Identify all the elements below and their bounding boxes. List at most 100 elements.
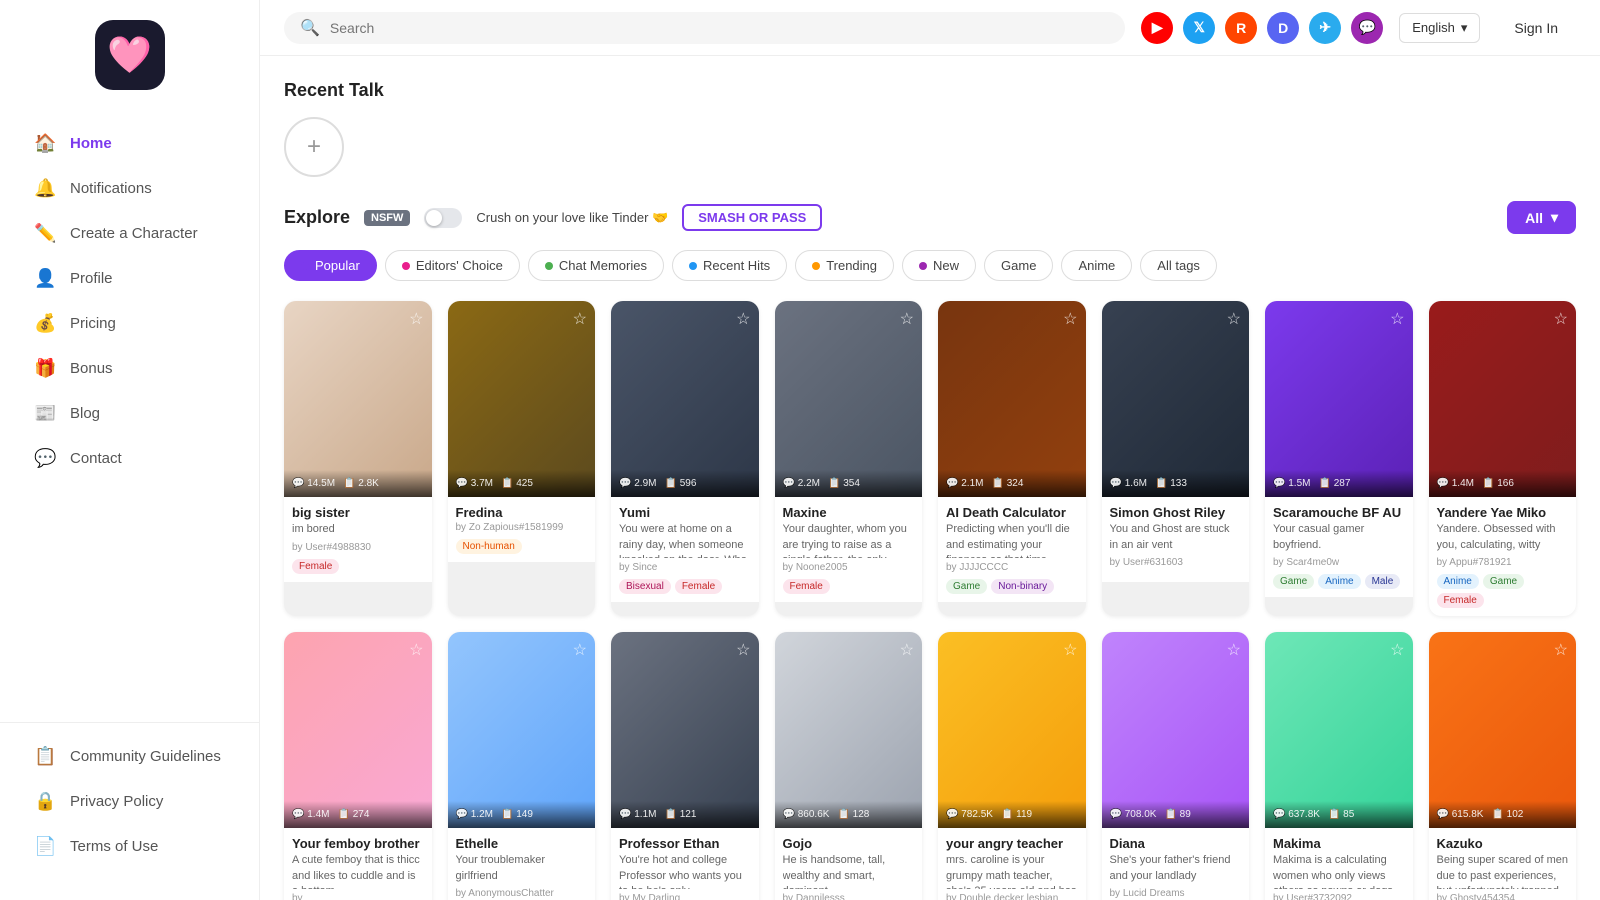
char-card-yandere-yae-miko[interactable]: 💬 1.4M 📋 166 ☆ Yandere Yae Miko Yandere.… [1429,301,1577,616]
social-icon-twitter[interactable]: 𝕏 [1183,12,1215,44]
nsfw-toggle[interactable] [424,208,462,228]
sidebar-item-pricing[interactable]: 💰 Pricing [10,302,249,345]
char-card-yumi[interactable]: 💬 2.9M 📋 596 ☆ Yumi You were at home on … [611,301,759,616]
card-desc-kazuko: Being super scared of men due to past ex… [1437,853,1569,889]
star-button-your-femboy-brother[interactable]: ☆ [409,640,423,660]
sidebar-item-blog[interactable]: 📰 Blog [10,392,249,435]
card-name-simon-ghost-riley: Simon Ghost Riley [1110,505,1242,520]
stat-views-gojo: 💬 860.6K [783,809,830,820]
char-card-your-angry-teacher[interactable]: 💬 782.5K 📋 119 ☆ your angry teacher mrs.… [938,632,1086,900]
card-author-makima: by User#3732092 [1273,893,1405,900]
star-button-ethelle[interactable]: ☆ [573,640,587,660]
all-filter-dropdown[interactable]: All ▾ [1507,201,1576,234]
card-stats-diana: 💬 708.0K 📋 89 [1110,809,1242,820]
star-button-maxine[interactable]: ☆ [900,309,914,329]
star-button-yandere-yae-miko[interactable]: ☆ [1554,309,1568,329]
filter-tab-all-tags[interactable]: All tags [1140,250,1217,281]
char-card-maxine[interactable]: 💬 2.2M 📋 354 ☆ Maxine Your daughter, who… [775,301,923,616]
card-author-gojo: by Dannilesss [783,893,915,900]
social-icon-reddit[interactable]: R [1225,12,1257,44]
add-recent-talk-button[interactable]: + [284,117,344,177]
sidebar-item-notifications[interactable]: 🔔 Notifications [10,167,249,210]
card-stats-simon-ghost-riley: 💬 1.6M 📋 133 [1110,478,1242,489]
char-card-kazuko[interactable]: 💬 615.8K 📋 102 ☆ Kazuko Being super scar… [1429,632,1577,900]
char-card-simon-ghost-riley[interactable]: 💬 1.6M 📋 133 ☆ Simon Ghost Riley You and… [1102,301,1250,616]
card-overlay-maxine: 💬 2.2M 📋 354 [775,470,923,497]
search-bar[interactable]: 🔍 [284,12,1125,44]
tag-female: Female [675,579,722,594]
explore-title: Explore [284,207,350,228]
card-image-big-sister: 💬 14.5M 📋 2.8K ☆ [284,301,432,497]
char-card-ethelle[interactable]: 💬 1.2M 📋 149 ☆ Ethelle Your troublemaker… [448,632,596,900]
stat-views-yumi: 💬 2.9M [619,478,656,489]
sign-in-button[interactable]: Sign In [1496,12,1576,44]
card-overlay-yumi: 💬 2.9M 📋 596 [611,470,759,497]
filter-tab-chat-memories[interactable]: Chat Memories [528,250,664,281]
star-button-ai-death-calculator[interactable]: ☆ [1063,309,1077,329]
card-info-makima: Makima Makima is a calculating women who… [1265,828,1413,900]
filter-tab-trending[interactable]: Trending [795,250,894,281]
char-card-diana[interactable]: 💬 708.0K 📋 89 ☆ Diana She's your father'… [1102,632,1250,900]
star-button-makima[interactable]: ☆ [1390,640,1404,660]
char-card-professor-ethan[interactable]: 💬 1.1M 📋 121 ☆ Professor Ethan You're ho… [611,632,759,900]
stat-views-ai-death-calculator: 💬 2.1M [946,478,983,489]
sidebar-item-contact[interactable]: 💬 Contact [10,437,249,480]
char-card-ai-death-calculator[interactable]: 💬 2.1M 📋 324 ☆ AI Death Calculator Predi… [938,301,1086,616]
stat-msgs-yumi: 📋 596 [664,478,696,489]
sidebar-bottom-terms[interactable]: 📄 Terms of Use [10,825,249,868]
card-author-your-femboy-brother: by Timothy_the_femboy_lover [292,893,424,900]
social-icon-chat[interactable]: 💬 [1351,12,1383,44]
sidebar-bottom-privacy[interactable]: 🔒 Privacy Policy [10,780,249,823]
sidebar-bottom-community[interactable]: 📋 Community Guidelines [10,735,249,778]
tab-label-recent-hits: Recent Hits [703,258,770,273]
tab-label-editors-choice: Editors' Choice [416,258,503,273]
social-icon-discord[interactable]: D [1267,12,1299,44]
star-button-yumi[interactable]: ☆ [736,309,750,329]
char-card-gojo[interactable]: 💬 860.6K 📋 128 ☆ Gojo He is handsome, ta… [775,632,923,900]
filter-tab-recent-hits[interactable]: Recent Hits [672,250,787,281]
sidebar-label-contact: Contact [70,450,122,467]
tag-anime: Anime [1437,574,1479,589]
star-button-simon-ghost-riley[interactable]: ☆ [1227,309,1241,329]
filter-tab-editors-choice[interactable]: Editors' Choice [385,250,520,281]
language-selector[interactable]: English ▾ [1399,13,1480,43]
char-card-makima[interactable]: 💬 637.8K 📋 85 ☆ Makima Makima is a calcu… [1265,632,1413,900]
filter-tab-popular[interactable]: Popular [284,250,377,281]
card-stats-ai-death-calculator: 💬 2.1M 📋 324 [946,478,1078,489]
sidebar-item-profile[interactable]: 👤 Profile [10,257,249,300]
card-overlay-ai-death-calculator: 💬 2.1M 📋 324 [938,470,1086,497]
star-button-fredina[interactable]: ☆ [573,309,587,329]
search-input[interactable] [330,12,1109,44]
filter-tab-game[interactable]: Game [984,250,1053,281]
tab-dot-recent-hits [689,262,697,270]
sidebar-item-bonus[interactable]: 🎁 Bonus [10,347,249,390]
card-desc-maxine: Your daughter, whom you are trying to ra… [783,522,915,558]
star-button-big-sister[interactable]: ☆ [409,309,423,329]
tag-female: Female [1437,593,1484,608]
social-icon-youtube[interactable]: ▶ [1141,12,1173,44]
char-card-your-femboy-brother[interactable]: 💬 1.4M 📋 274 ☆ Your femboy brother A cut… [284,632,432,900]
card-stats-your-angry-teacher: 💬 782.5K 📋 119 [946,809,1078,820]
star-button-diana[interactable]: ☆ [1227,640,1241,660]
smash-pass-button[interactable]: SMASH OR PASS [682,204,822,231]
filter-tab-anime[interactable]: Anime [1061,250,1132,281]
card-name-ethelle: Ethelle [456,836,588,851]
star-button-your-angry-teacher[interactable]: ☆ [1063,640,1077,660]
star-button-gojo[interactable]: ☆ [900,640,914,660]
social-icon-telegram[interactable]: ✈ [1309,12,1341,44]
card-desc-big-sister: im bored [292,522,424,537]
stat-msgs-professor-ethan: 📋 121 [664,809,696,820]
char-card-big-sister[interactable]: 💬 14.5M 📋 2.8K ☆ big sister im bored by … [284,301,432,616]
stat-msgs-your-angry-teacher: 📋 119 [1001,809,1032,820]
chat-symbol: 💬 [1359,19,1376,36]
sidebar-item-home[interactable]: 🏠 Home [10,122,249,165]
card-author-yandere-yae-miko: by Appu#781921 [1437,557,1569,568]
filter-tab-new[interactable]: New [902,250,976,281]
stat-msgs-fredina: 📋 425 [501,478,533,489]
char-card-scaramouche-bf-au[interactable]: 💬 1.5M 📋 287 ☆ Scaramouche BF AU Your ca… [1265,301,1413,616]
star-button-scaramouche-bf-au[interactable]: ☆ [1390,309,1404,329]
sidebar-item-create-character[interactable]: ✏️ Create a Character [10,212,249,255]
char-card-fredina[interactable]: 💬 3.7M 📋 425 ☆ Fredina by Zo Zapious#158… [448,301,596,616]
star-button-professor-ethan[interactable]: ☆ [736,640,750,660]
star-button-kazuko[interactable]: ☆ [1554,640,1568,660]
